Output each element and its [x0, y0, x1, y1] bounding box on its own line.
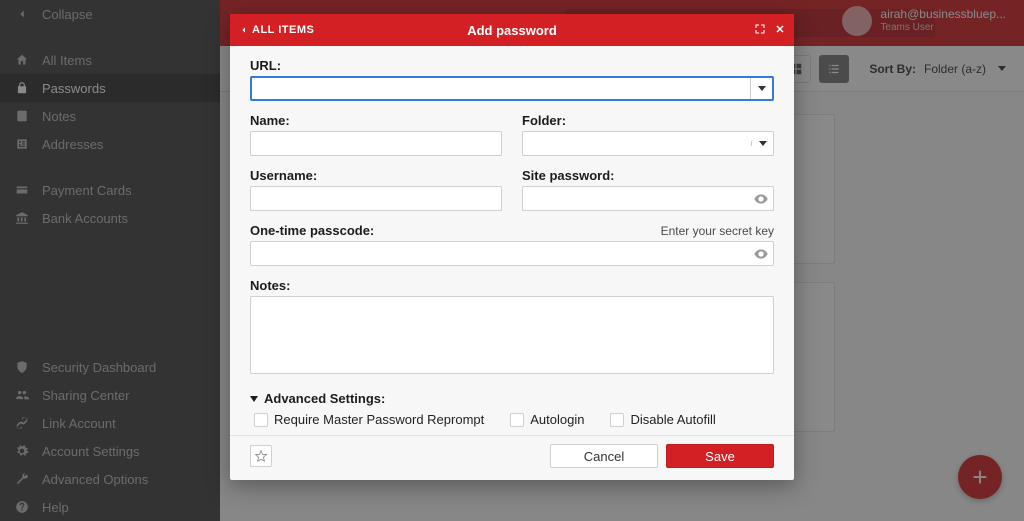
url-input[interactable]	[252, 78, 750, 99]
reprompt-checkbox[interactable]: Require Master Password Reprompt	[254, 412, 484, 427]
disable-autofill-label: Disable Autofill	[630, 412, 715, 427]
dialog-title: Add password	[230, 23, 794, 38]
checkbox-icon	[254, 413, 268, 427]
checkbox-icon	[610, 413, 624, 427]
name-input[interactable]	[251, 136, 501, 151]
name-label: Name:	[250, 113, 502, 128]
eye-icon[interactable]	[749, 191, 773, 207]
dialog-header: ALL ITEMS Add password	[230, 14, 794, 46]
notes-label: Notes:	[250, 278, 774, 293]
cancel-button[interactable]: Cancel	[550, 444, 658, 468]
cancel-label: Cancel	[584, 449, 624, 464]
close-icon[interactable]	[774, 23, 786, 38]
reprompt-label: Require Master Password Reprompt	[274, 412, 484, 427]
disable-autofill-checkbox[interactable]: Disable Autofill	[610, 412, 715, 427]
url-label: URL:	[250, 58, 774, 73]
eye-icon[interactable]	[749, 246, 773, 262]
back-button[interactable]: ALL ITEMS	[230, 24, 314, 36]
site-password-input[interactable]	[523, 191, 749, 206]
username-label: Username:	[250, 168, 502, 183]
folder-dropdown-icon[interactable]	[751, 141, 773, 146]
dialog-footer: Cancel Save	[230, 435, 794, 480]
notes-input[interactable]	[250, 296, 774, 374]
save-label: Save	[705, 449, 735, 464]
advanced-label: Advanced Settings:	[264, 391, 385, 406]
otp-label: One-time passcode:	[250, 223, 374, 238]
url-field[interactable]	[250, 76, 774, 101]
back-label: ALL ITEMS	[252, 24, 314, 36]
folder-label: Folder:	[522, 113, 774, 128]
username-input[interactable]	[251, 191, 501, 206]
advanced-toggle[interactable]: Advanced Settings:	[250, 391, 774, 406]
autologin-label: Autologin	[530, 412, 584, 427]
url-dropdown-icon[interactable]	[750, 78, 772, 99]
folder-input[interactable]	[523, 136, 751, 151]
expand-icon[interactable]	[754, 23, 766, 38]
save-button[interactable]: Save	[666, 444, 774, 468]
add-password-dialog: ALL ITEMS Add password URL: Name:	[230, 14, 794, 480]
otp-input[interactable]	[251, 246, 749, 261]
favorite-button[interactable]	[250, 445, 272, 467]
checkbox-icon	[510, 413, 524, 427]
otp-hint: Enter your secret key	[661, 224, 774, 238]
sitepw-label: Site password:	[522, 168, 774, 183]
autologin-checkbox[interactable]: Autologin	[510, 412, 584, 427]
